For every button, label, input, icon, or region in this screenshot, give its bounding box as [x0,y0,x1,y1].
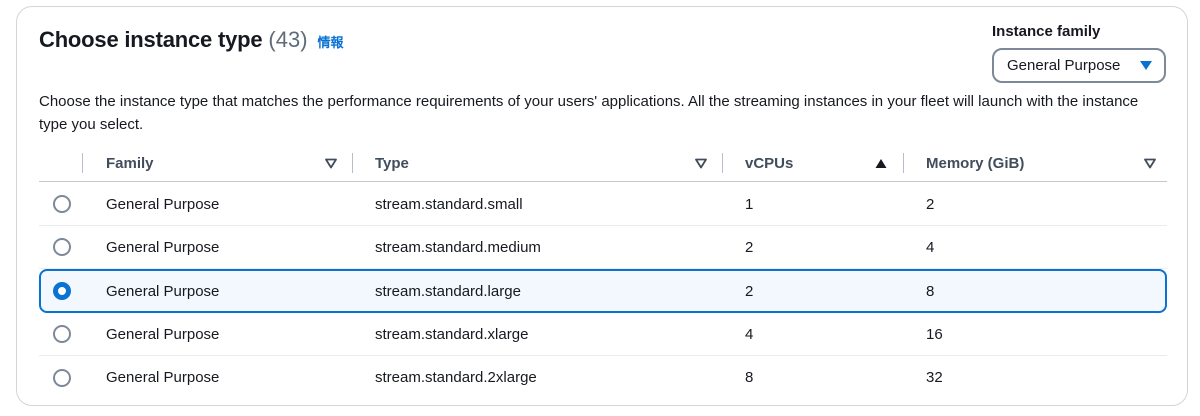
sort-icon-family[interactable] [325,157,337,169]
table-header: Family Type vCPUs Memory (GiB) [39,147,1167,182]
cell-memory: 4 [926,238,935,256]
table-row-selected[interactable]: General Purpose stream.standard.large 2 … [39,269,1167,313]
cell-type: stream.standard.small [375,195,523,213]
cell-type: stream.standard.xlarge [375,325,529,343]
page-title: Choose instance type [39,27,263,52]
column-separator [82,153,83,173]
table-row[interactable]: General Purpose stream.standard.small 1 … [39,183,1167,226]
table-row[interactable]: General Purpose stream.standard.medium 2… [39,226,1167,269]
table-row[interactable]: General Purpose stream.standard.xlarge 4… [39,313,1167,356]
row-radio-button[interactable] [53,368,71,387]
column-separator [903,153,904,173]
cell-memory: 16 [926,325,943,343]
row-radio-button-checked[interactable] [53,282,71,300]
cell-vcpus: 2 [745,238,754,256]
row-radio-button[interactable] [53,325,71,343]
cell-family: General Purpose [106,325,220,343]
column-header-memory[interactable]: Memory (GiB) [926,147,1024,180]
instance-family-select[interactable]: General Purpose [992,48,1166,83]
column-header-family[interactable]: Family [106,147,154,180]
cell-memory: 8 [926,282,935,300]
panel-header: Choose instance type (43) 情報 [39,27,344,53]
cell-vcpus: 2 [745,282,754,300]
row-radio-button[interactable] [53,238,71,256]
cell-type: stream.standard.large [375,282,521,300]
sort-ascending-icon[interactable] [875,157,887,169]
column-separator [722,153,723,173]
cell-family: General Purpose [106,282,220,300]
instance-family-label: Instance family [992,23,1101,40]
table-row[interactable]: General Purpose stream.standard.2xlarge … [39,356,1167,399]
cell-memory: 2 [926,195,935,213]
column-separator [352,153,353,173]
cell-family: General Purpose [106,238,220,256]
cell-family: General Purpose [106,369,220,386]
info-link[interactable]: 情報 [318,32,344,51]
caret-down-icon [1140,61,1152,70]
cell-type: stream.standard.medium [375,238,541,256]
sort-icon-type[interactable] [695,157,707,169]
instance-count: (43) [268,27,308,52]
panel-description: Choose the instance type that matches th… [39,93,1139,133]
cell-vcpus: 4 [745,325,754,343]
instance-family-selected-value: General Purpose [1007,57,1121,74]
cell-vcpus: 8 [745,369,754,386]
cell-type: stream.standard.2xlarge [375,369,537,386]
cell-family: General Purpose [106,195,220,213]
column-header-vcpus[interactable]: vCPUs [745,147,793,180]
cell-memory: 32 [926,369,943,386]
cell-vcpus: 1 [745,195,754,213]
sort-icon-memory[interactable] [1144,157,1156,169]
row-radio-button[interactable] [53,195,71,213]
instance-type-panel: Choose instance type (43) 情報 Instance fa… [16,6,1188,406]
column-header-type[interactable]: Type [375,147,409,180]
